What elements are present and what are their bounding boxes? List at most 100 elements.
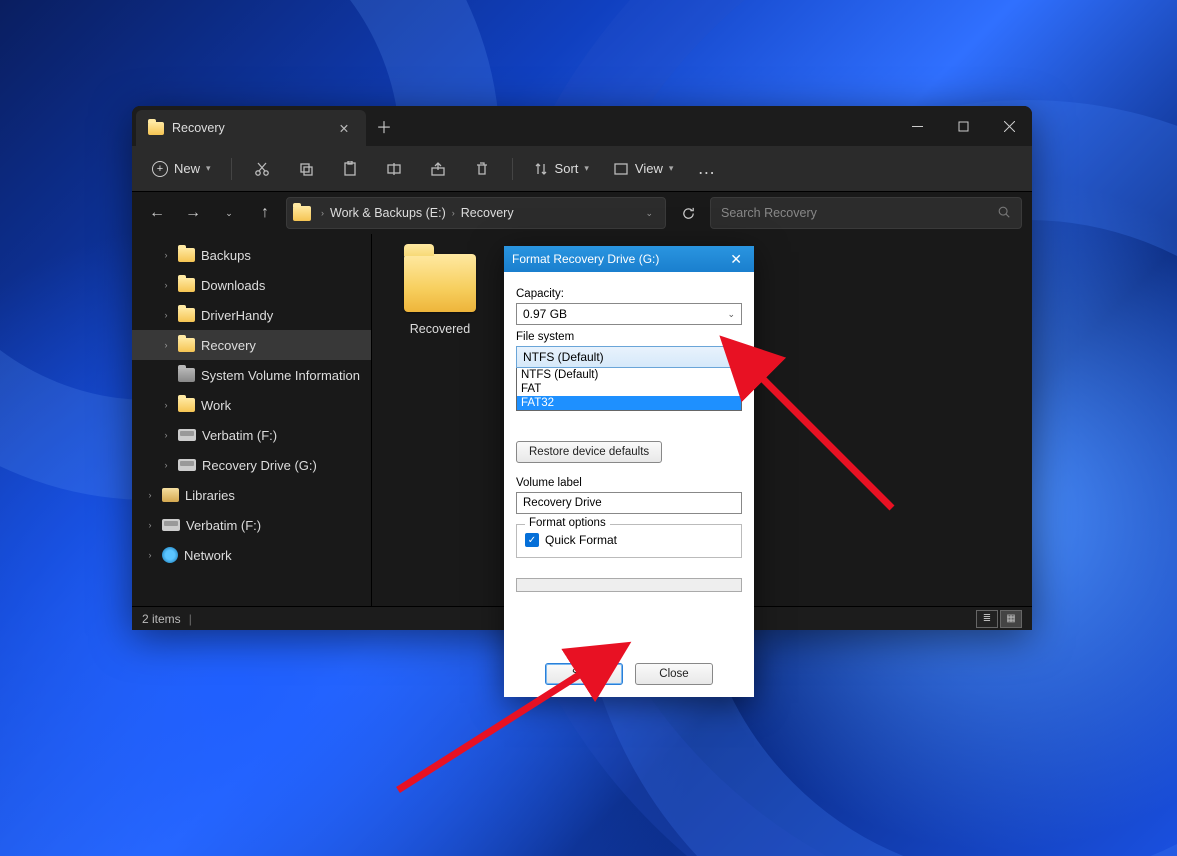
tree-item[interactable]: › Network <box>132 540 371 570</box>
share-button[interactable] <box>418 153 458 185</box>
tree-item-label: Recovery <box>201 338 256 353</box>
folder-icon <box>148 122 164 135</box>
capacity-label: Capacity: <box>516 288 742 300</box>
address-dropdown[interactable]: ⌄ <box>639 208 659 219</box>
format-dialog: Format Recovery Drive (G:) ✕ Capacity: 0… <box>504 246 754 697</box>
tree-expand-icon[interactable]: › <box>160 400 172 410</box>
up-button[interactable]: ↑ <box>250 198 280 228</box>
maximize-button[interactable] <box>940 106 986 146</box>
sort-button[interactable]: Sort ▾ <box>523 153 599 185</box>
close-window-button[interactable] <box>986 106 1032 146</box>
filesystem-option[interactable]: FAT <box>517 382 741 396</box>
explorer-navbar: ← → ⌄ ↑ › Work & Backups (E:) › Recovery… <box>132 192 1032 234</box>
quick-format-label: Quick Format <box>545 533 617 547</box>
explorer-titlebar: Recovery ✕ ＋ <box>132 106 1032 146</box>
sort-icon <box>533 161 549 177</box>
tree-item-label: Backups <box>201 248 251 263</box>
capacity-dropdown[interactable]: 0.97 GB ⌄ <box>516 303 742 325</box>
tree-item[interactable]: › Verbatim (F:) <box>132 510 371 540</box>
tree-item[interactable]: › Backups <box>132 240 371 270</box>
address-part-2[interactable]: Recovery <box>461 206 514 220</box>
dialog-titlebar[interactable]: Format Recovery Drive (G:) ✕ <box>504 246 754 272</box>
tree-item[interactable]: ›Downloads <box>132 270 371 300</box>
tree-item-label: Work <box>201 398 231 413</box>
dialog-close-button[interactable]: ✕ <box>726 251 746 268</box>
search-icon <box>997 205 1011 222</box>
minimize-button[interactable] <box>894 106 940 146</box>
tree-item-label: Recovery Drive (G:) <box>202 458 317 473</box>
recent-locations-button[interactable]: ⌄ <box>214 198 244 228</box>
quick-format-checkbox[interactable]: ✓ Quick Format <box>525 533 733 547</box>
folder-icon <box>178 248 195 262</box>
view-button[interactable]: View ▾ <box>603 153 683 185</box>
tree-item[interactable]: › Verbatim (F:) <box>132 420 371 450</box>
new-button[interactable]: + New ▾ <box>142 153 221 185</box>
tree-expand-icon[interactable]: › <box>160 250 172 260</box>
icon-view-button[interactable]: ▦ <box>1000 610 1022 628</box>
volume-label-label: Volume label <box>516 477 742 489</box>
tree-expand-icon[interactable]: › <box>144 490 156 500</box>
plus-icon: + <box>152 161 168 177</box>
chevron-down-icon: ▾ <box>206 163 211 174</box>
filesystem-option[interactable]: NTFS (Default) <box>517 368 741 382</box>
drive-icon <box>178 459 196 471</box>
more-button[interactable]: … <box>687 153 727 185</box>
chevron-down-icon: ▾ <box>669 163 674 174</box>
checkbox-checked-icon: ✓ <box>525 533 539 547</box>
tree-expand-icon[interactable]: › <box>160 310 172 320</box>
tree-expand-icon[interactable]: › <box>144 520 156 530</box>
close-button[interactable]: Close <box>635 663 713 685</box>
sort-label: Sort <box>555 161 579 176</box>
explorer-tab[interactable]: Recovery ✕ <box>136 110 366 146</box>
format-options-group: Format options ✓ Quick Format <box>516 524 742 558</box>
filesystem-option[interactable]: FAT32 <box>517 396 741 410</box>
list-view-button[interactable]: ≣ <box>976 610 998 628</box>
folder-icon <box>178 398 195 412</box>
address-bar[interactable]: › Work & Backups (E:) › Recovery ⌄ <box>286 197 666 229</box>
new-tab-button[interactable]: ＋ <box>366 106 402 146</box>
tree-item-label: System Volume Information <box>201 368 360 383</box>
paste-button[interactable] <box>330 153 370 185</box>
volume-label-input[interactable] <box>516 492 742 514</box>
folder-icon <box>293 206 311 221</box>
tree-item-label: Verbatim (F:) <box>186 518 261 533</box>
tree-item-label: DriverHandy <box>201 308 273 323</box>
refresh-button[interactable] <box>672 197 704 229</box>
search-input[interactable]: Search Recovery <box>710 197 1022 229</box>
restore-defaults-button[interactable]: Restore device defaults <box>516 441 662 463</box>
tab-close-button[interactable]: ✕ <box>334 121 354 136</box>
tree-item[interactable]: › Recovery <box>132 330 371 360</box>
view-icon <box>613 161 629 177</box>
tree-item-label: Network <box>184 548 232 563</box>
forward-button[interactable]: → <box>178 198 208 228</box>
rename-button[interactable] <box>374 153 414 185</box>
copy-button[interactable] <box>286 153 326 185</box>
back-button[interactable]: ← <box>142 198 172 228</box>
tree-expand-icon[interactable]: › <box>160 280 172 290</box>
tree-expand-icon[interactable]: › <box>160 430 172 440</box>
tree-item[interactable]: System Volume Information <box>132 360 371 390</box>
tab-title: Recovery <box>172 121 225 135</box>
format-options-legend: Format options <box>525 517 610 529</box>
filesystem-dropdown[interactable]: NTFS (Default) ⌄ <box>516 346 742 368</box>
chevron-down-icon: ▾ <box>584 163 589 174</box>
cut-button[interactable] <box>242 153 282 185</box>
address-part-1[interactable]: Work & Backups (E:) <box>330 206 446 220</box>
lib-icon <box>162 488 179 502</box>
delete-button[interactable] <box>462 153 502 185</box>
navigation-tree[interactable]: ›Backups›Downloads›DriverHandy›RecoveryS… <box>132 234 372 606</box>
tree-item[interactable]: › DriverHandy <box>132 300 371 330</box>
filesystem-value: NTFS (Default) <box>523 350 604 364</box>
filesystem-dropdown-list[interactable]: NTFS (Default)FATFAT32 <box>516 368 742 411</box>
tree-expand-icon[interactable]: › <box>160 460 172 470</box>
tree-item[interactable]: › Recovery Drive (G:) <box>132 450 371 480</box>
tree-expand-icon[interactable]: › <box>160 340 172 350</box>
chevron-down-icon: ⌄ <box>727 352 735 363</box>
tree-item[interactable]: ›Libraries <box>132 480 371 510</box>
tree-item-label: Verbatim (F:) <box>202 428 277 443</box>
net-icon <box>162 547 178 563</box>
start-button[interactable]: Start <box>545 663 623 685</box>
folder-item[interactable]: Recovered <box>392 254 488 338</box>
tree-item[interactable]: › Work <box>132 390 371 420</box>
tree-expand-icon[interactable]: › <box>144 550 156 560</box>
